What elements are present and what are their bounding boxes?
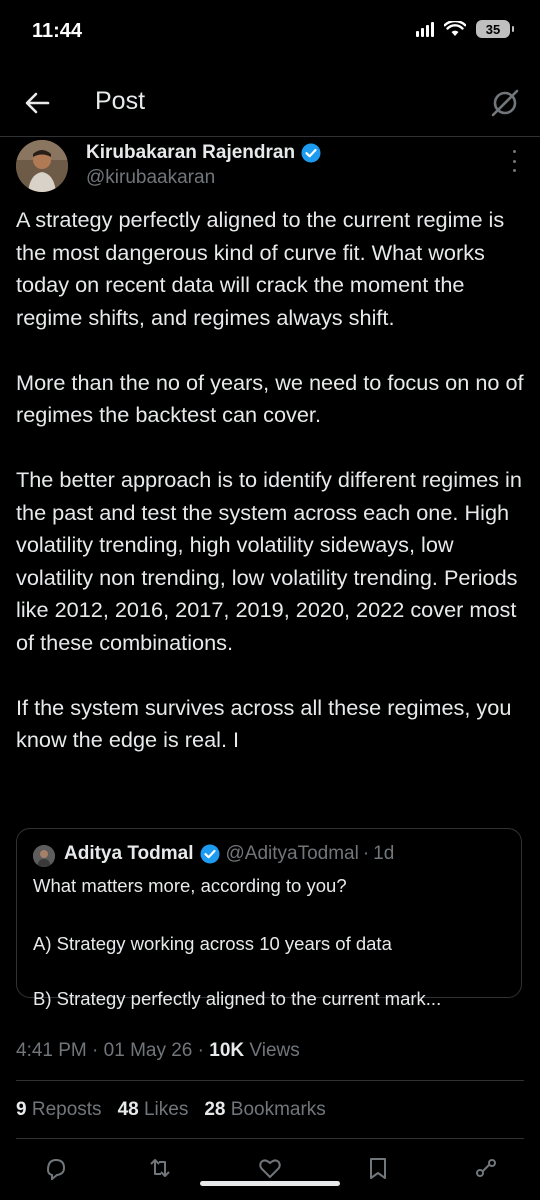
quote-separator: · xyxy=(362,843,370,864)
meta-separator: · xyxy=(197,1040,204,1061)
share-icon[interactable] xyxy=(474,1156,498,1180)
views-label[interactable]: Views xyxy=(249,1040,299,1061)
views-count: 10K xyxy=(209,1040,245,1061)
author-name[interactable]: Kirubakaran Rajendran xyxy=(86,142,321,164)
verified-badge-icon xyxy=(301,143,321,163)
top-bar: Post xyxy=(0,70,540,137)
more-options-icon[interactable] xyxy=(508,150,520,172)
likes-stat[interactable]: 48 Likes xyxy=(118,1099,189,1121)
author-handle[interactable]: @kirubaakaran xyxy=(86,167,215,189)
meta-separator: · xyxy=(92,1040,99,1061)
quote-line-2: A) Strategy working across 10 years of d… xyxy=(33,933,392,954)
status-time: 11:44 xyxy=(32,20,83,42)
bookmarks-count: 28 xyxy=(204,1099,226,1120)
quote-line-1: What matters more, according to you? xyxy=(33,875,347,896)
likes-label: Likes xyxy=(143,1099,189,1120)
arrow-left-icon xyxy=(25,92,50,114)
author-name-text: Kirubakaran Rajendran xyxy=(86,142,296,163)
home-indicator[interactable] xyxy=(200,1181,340,1186)
wifi-icon xyxy=(444,21,466,36)
reposts-label: Reposts xyxy=(31,1099,102,1120)
quote-header: Aditya Todmal @AdityaTodmal · 1d xyxy=(64,843,394,865)
signal-icon xyxy=(416,21,434,37)
reposts-count: 9 xyxy=(16,1099,27,1120)
back-button[interactable] xyxy=(20,86,54,120)
quote-avatar-image xyxy=(33,845,55,867)
post-time: 4:41 PM xyxy=(16,1040,87,1061)
status-bar: 11:44 35 xyxy=(0,0,540,64)
quote-line-3: B) Strategy perfectly aligned to the cur… xyxy=(33,988,442,1009)
divider xyxy=(16,1138,524,1139)
avatar-image xyxy=(16,140,68,192)
grok-icon xyxy=(491,89,519,117)
quote-author-handle: @AdityaTodmal xyxy=(225,843,359,864)
reposts-stat[interactable]: 9 Reposts xyxy=(16,1099,102,1121)
action-bar xyxy=(0,1150,540,1200)
bookmarks-stat[interactable]: 28 Bookmarks xyxy=(204,1099,325,1121)
reply-icon[interactable] xyxy=(44,1156,68,1180)
post-date: 01 May 26 xyxy=(103,1040,193,1061)
repost-icon[interactable] xyxy=(148,1156,172,1180)
divider xyxy=(16,1080,524,1081)
like-icon[interactable] xyxy=(258,1156,282,1180)
bookmarks-label: Bookmarks xyxy=(230,1099,326,1120)
post-meta: 4:41 PM · 01 May 26 · 10K Views xyxy=(16,1040,300,1062)
avatar[interactable] xyxy=(16,140,68,192)
quote-avatar xyxy=(33,845,55,867)
verified-badge-icon xyxy=(200,844,219,864)
engagement-stats: 9 Reposts 48 Likes 28 Bookmarks xyxy=(16,1099,326,1121)
quoted-post[interactable]: Aditya Todmal @AdityaTodmal · 1d What ma… xyxy=(16,828,522,1009)
status-icons: 35 xyxy=(416,20,514,38)
quote-age: 1d xyxy=(373,843,395,864)
page-title: Post xyxy=(95,87,146,115)
bookmark-icon[interactable] xyxy=(366,1156,390,1180)
grok-button[interactable] xyxy=(488,86,522,120)
battery-icon: 35 xyxy=(476,20,514,38)
post-text: A strategy perfectly aligned to the curr… xyxy=(16,207,524,752)
quote-author-name: Aditya Todmal xyxy=(64,843,194,864)
likes-count: 48 xyxy=(117,1099,139,1120)
